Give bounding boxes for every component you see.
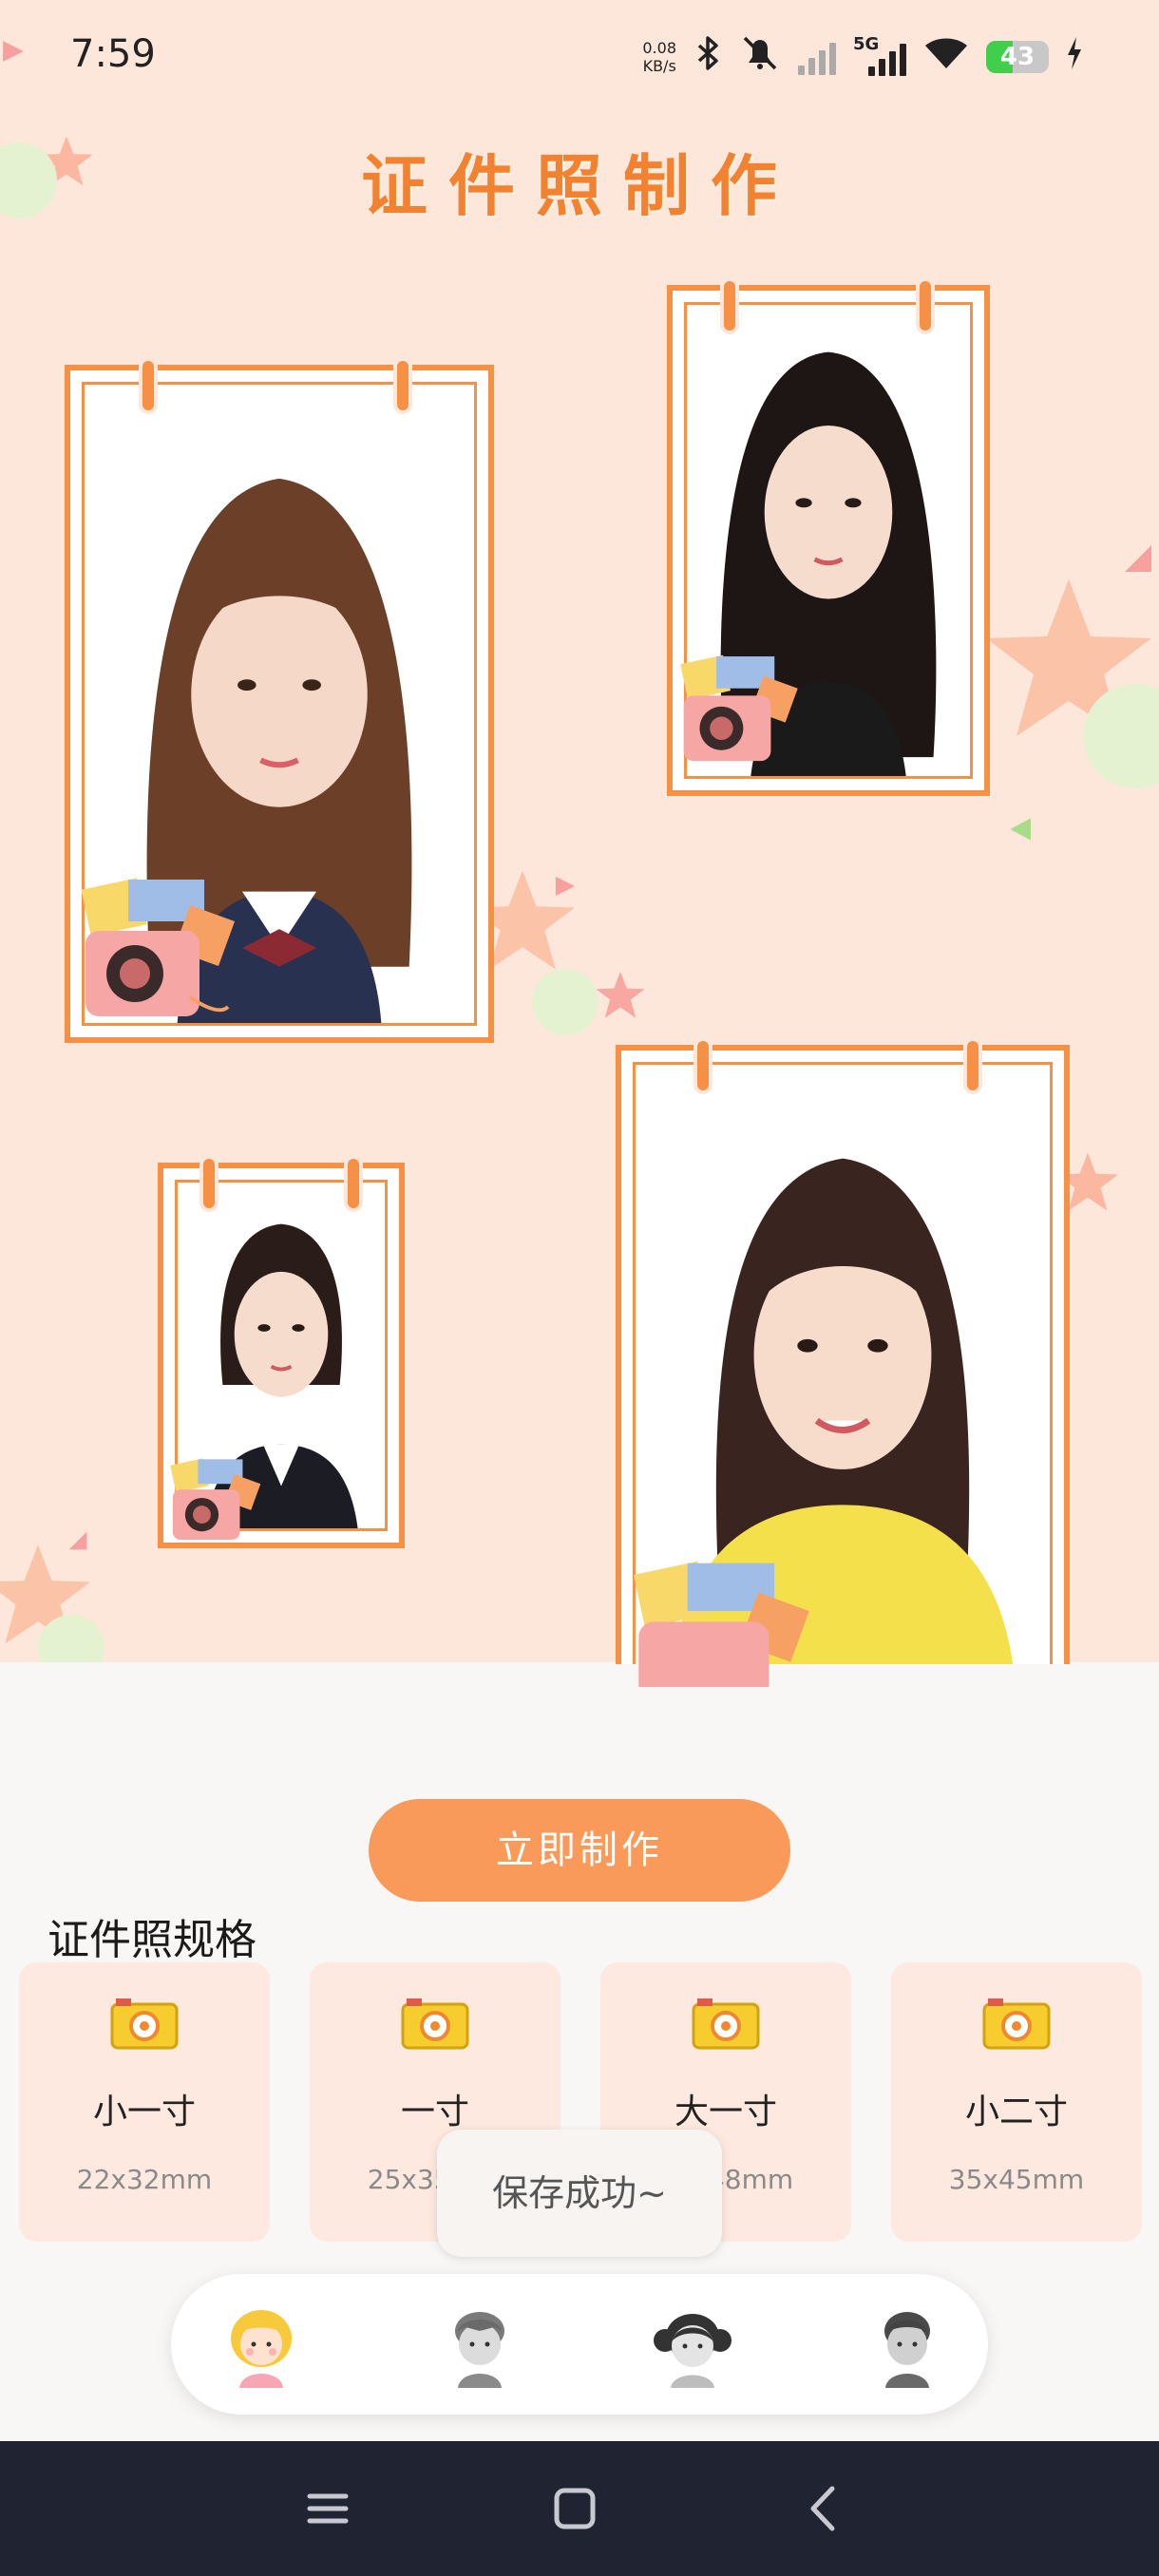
camera-sticker-icon [680, 654, 798, 762]
sample-photo-frame [667, 277, 990, 796]
sample-photo-frame [65, 357, 494, 1043]
triangle-decoration [1125, 545, 1151, 572]
camera-icon [982, 1998, 1051, 2050]
status-bar: 7:59 0.08 KB/s 5G 43 [0, 0, 1159, 114]
girl-avatar-icon[interactable] [218, 2302, 304, 2388]
spec-card[interactable]: 小一寸 22x32mm [19, 1962, 270, 2242]
spec-name: 小一寸 [92, 2093, 196, 2131]
bottom-tab-bar [171, 2274, 988, 2415]
man-avatar-icon[interactable] [864, 2302, 950, 2388]
camera-icon [110, 1998, 179, 2050]
camera-sticker-icon [81, 878, 236, 1016]
triangle-decoration [68, 1531, 87, 1550]
pigtails-girl-avatar-icon[interactable] [650, 2302, 735, 2388]
sample-photo-frame [158, 1155, 405, 1548]
spec-card[interactable]: 小二寸 35x45mm [891, 1962, 1142, 2242]
boy-avatar-icon[interactable] [437, 2302, 522, 2388]
dot-decoration [532, 969, 598, 1035]
mute-bell-icon [739, 34, 781, 81]
camera-sticker-icon [634, 1561, 809, 1687]
triangle-decoration [1010, 818, 1031, 841]
clip-decoration [200, 1155, 218, 1212]
battery-icon: 43 [986, 41, 1049, 73]
clip-decoration [344, 1155, 363, 1212]
network-speed: 0.08 KB/s [642, 39, 676, 75]
spec-name: 一寸 [400, 2093, 469, 2131]
toast-message: 保存成功~ [437, 2130, 722, 2257]
clip-decoration [963, 1037, 982, 1094]
signal-5g-icon: 5G [853, 34, 906, 76]
status-icons: 0.08 KB/s 5G 43 [642, 28, 1083, 85]
star-decoration [596, 971, 645, 1018]
create-now-button[interactable]: 立即制作 [369, 1799, 790, 1902]
camera-icon [401, 1998, 469, 2050]
triangle-decoration [555, 876, 576, 897]
clip-decoration [720, 277, 739, 334]
wifi-icon [923, 34, 969, 81]
back-icon[interactable] [790, 2475, 857, 2542]
spec-name: 小二寸 [964, 2093, 1068, 2131]
system-nav-bar [0, 2441, 1159, 2576]
camera-icon [692, 1998, 760, 2050]
page-title: 证件照制作 [361, 146, 798, 225]
clip-decoration [139, 357, 158, 414]
clip-decoration [916, 277, 935, 334]
spec-size: 22x32mm [76, 2164, 213, 2195]
signal-sim1-icon [798, 39, 836, 75]
sample-photo-frame [616, 1037, 1070, 1687]
menu-icon[interactable] [294, 2475, 361, 2542]
home-icon[interactable] [542, 2475, 608, 2542]
specs-section-title: 证件照规格 [48, 1916, 256, 1964]
spec-name: 大一寸 [674, 2093, 777, 2131]
camera-sticker-icon [170, 1458, 261, 1541]
charging-icon [1066, 37, 1083, 77]
spec-size: 35x45mm [948, 2164, 1085, 2195]
clip-decoration [393, 357, 412, 414]
clock: 7:59 [70, 32, 156, 76]
bluetooth-icon [694, 34, 722, 81]
clip-decoration [694, 1037, 712, 1094]
